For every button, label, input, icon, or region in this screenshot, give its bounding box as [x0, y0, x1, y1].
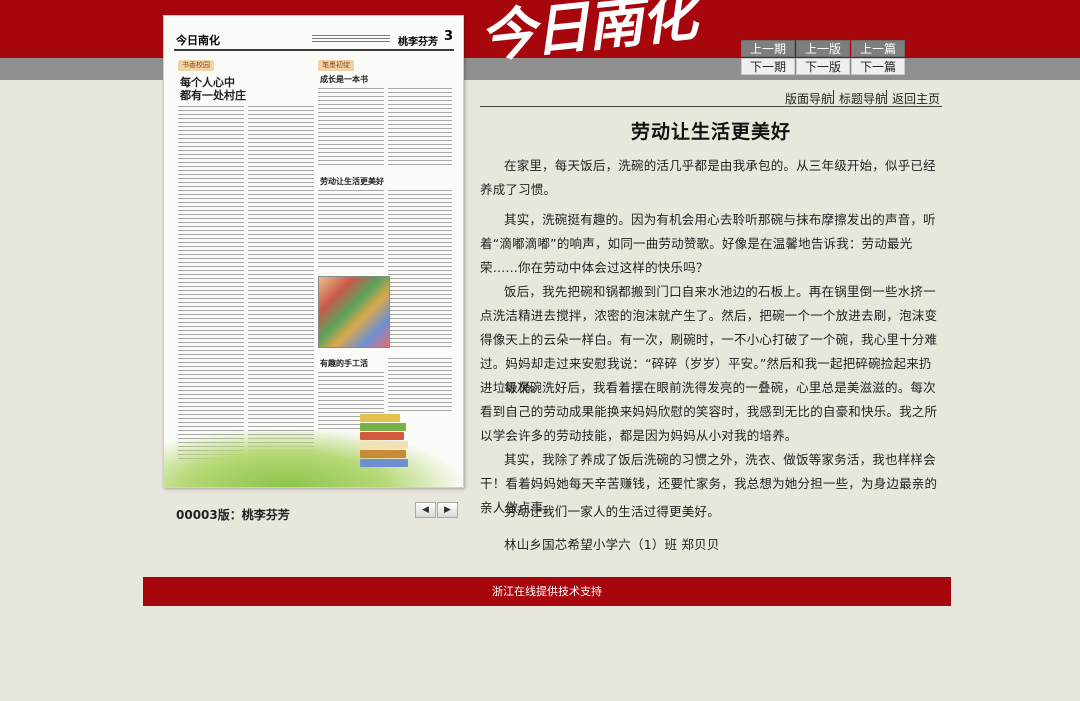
newspaper-page-number: 3	[444, 29, 454, 44]
next-article-button[interactable]: 下一篇	[851, 58, 905, 75]
newspaper-headline[interactable]: 都有一处村庄	[180, 87, 246, 103]
article-author: 林山乡国芯希望小学六（1）班 郑贝贝	[504, 537, 720, 552]
newspaper-page-thumbnail[interactable]: 今日南化 桃李芬芳 3 书香校园 每个人心中 都有一处村庄 笔墨初绽 成长是一本…	[163, 15, 464, 488]
newspaper-text-column	[248, 106, 314, 462]
prev-page-button[interactable]: 上一版	[796, 40, 850, 57]
footer-text[interactable]: 浙江在线提供技术支持	[492, 585, 602, 598]
title-nav-link[interactable]: 标题导航	[839, 90, 887, 107]
article-paragraph: 劳动让我们一家人的生活过得更美好。	[504, 504, 720, 519]
newspaper-meta-lines	[312, 35, 390, 43]
home-link[interactable]: 返回主页	[892, 90, 940, 107]
prev-article-button[interactable]: 上一篇	[851, 40, 905, 57]
prev-page-arrow-icon[interactable]: ◀	[415, 502, 436, 518]
newspaper-drawing-image	[318, 276, 390, 348]
newspaper-grass-decoration	[164, 427, 463, 487]
page-caption: 00003版：桃李芬芳	[176, 508, 290, 522]
newspaper-books-decoration	[360, 414, 410, 470]
newspaper-text-column	[388, 88, 452, 166]
newspaper-text-column	[178, 106, 244, 462]
article-paragraph: 每次碗洗好后，我看着摆在眼前洗得发亮的一叠碗，心里总是美滋滋的。每次看到自己的劳…	[480, 380, 938, 443]
layout-nav-link[interactable]: 版面导航	[785, 90, 833, 107]
footer-bar: 浙江在线提供技术支持	[143, 577, 951, 606]
newspaper-tag: 笔墨初绽	[318, 60, 354, 71]
article-paragraph: 其实，洗碗挺有趣的。因为有机会用心去聆听那碗与抹布摩擦发出的声音，听着“滴嘟滴嘟…	[480, 212, 936, 275]
nav-divider	[833, 90, 834, 104]
newspaper-headline[interactable]: 有趣的手工活	[320, 358, 368, 369]
newspaper-text-column	[318, 88, 384, 166]
article-paragraph: 在家里，每天饭后，洗碗的活几乎都是由我承包的。从三年级开始，似乎已经养成了习惯。	[480, 158, 936, 197]
next-page-arrow-icon[interactable]: ▶	[437, 502, 458, 518]
newspaper-tag: 书香校园	[178, 60, 214, 71]
article-divider	[480, 106, 942, 107]
next-issue-button[interactable]: 下一期	[741, 58, 795, 75]
newspaper-masthead: 今日南化 桃李芬芳 3	[174, 29, 454, 51]
nav-divider	[886, 90, 887, 104]
next-page-button[interactable]: 下一版	[796, 58, 850, 75]
newspaper-section-name: 桃李芬芳	[398, 37, 438, 48]
newspaper-text-column	[318, 190, 384, 270]
newspaper-text-column	[388, 190, 452, 350]
newspaper-headline[interactable]: 劳动让生活更美好	[320, 176, 384, 187]
newspaper-logo: 今日南化	[176, 34, 220, 47]
newspaper-headline[interactable]: 成长是一本书	[320, 74, 368, 85]
newspaper-text-column	[388, 358, 452, 414]
prev-issue-button[interactable]: 上一期	[741, 40, 795, 57]
article-title: 劳动让生活更美好	[630, 121, 791, 143]
